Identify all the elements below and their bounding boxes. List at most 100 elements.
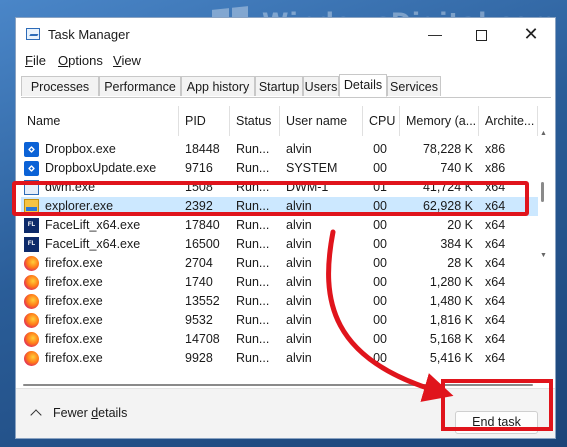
title-bar[interactable]: Task Manager — ✕ [16, 18, 555, 50]
process-pid: 9716 [185, 161, 213, 175]
process-status: Run... [236, 199, 270, 213]
table-row[interactable]: firefox.exe 9532 Run... alvin 00 1,816 K x64 [21, 311, 538, 330]
fewer-details-link[interactable]: Fewer details [53, 406, 127, 420]
process-user: alvin [286, 351, 312, 365]
process-cpu: 00 [373, 218, 387, 232]
process-user: alvin [286, 199, 312, 213]
process-cpu: 00 [373, 294, 387, 308]
process-arch: x64 [485, 294, 506, 308]
process-arch: x64 [485, 256, 506, 270]
tab-users[interactable]: Users [303, 76, 339, 96]
process-pid: 1740 [185, 275, 213, 289]
menu-file[interactable]: File [25, 53, 46, 68]
process-name: firefox.exe [45, 275, 103, 289]
process-user: alvin [286, 313, 312, 327]
table-row[interactable]: firefox.exe 13552 Run... alvin 00 1,480 K x64 [21, 292, 538, 311]
process-memory: 740 K [440, 161, 473, 175]
process-user: alvin [286, 256, 312, 270]
scroll-thumb[interactable] [541, 182, 544, 202]
process-name: FaceLift_x64.exe [45, 218, 141, 232]
process-user: SYSTEM [286, 161, 338, 175]
process-arch: x86 [485, 142, 506, 156]
process-arch: x64 [485, 275, 506, 289]
process-cpu: 00 [373, 161, 387, 175]
process-name: firefox.exe [45, 294, 103, 308]
process-cpu: 00 [373, 332, 387, 346]
process-name: firefox.exe [45, 332, 103, 346]
process-memory: 41,724 K [422, 180, 473, 194]
process-name: firefox.exe [45, 351, 103, 365]
column-header-user-name[interactable]: User name [280, 106, 363, 136]
process-pid: 16500 [185, 237, 220, 251]
sort-ascending-icon: ⌃ [89, 106, 97, 112]
process-status: Run... [236, 142, 270, 156]
table-row[interactable]: FL FaceLift_x64.exe 17840 Run... alvin 00 20 K… [21, 216, 538, 235]
table-row[interactable]: FL FaceLift_x64.exe 16500 Run... alvin 00 384 … [21, 235, 538, 254]
tab-performance[interactable]: Performance [99, 76, 181, 96]
process-cpu: 00 [373, 237, 387, 251]
process-status: Run... [236, 351, 270, 365]
tab-processes[interactable]: Processes [21, 76, 99, 96]
process-arch: x64 [485, 199, 506, 213]
process-memory: 384 K [440, 237, 473, 251]
process-user: alvin [286, 332, 312, 346]
process-cpu: 00 [373, 142, 387, 156]
process-status: Run... [236, 332, 270, 346]
menu-options[interactable]: Options [58, 53, 103, 68]
table-row[interactable]: firefox.exe 9928 Run... alvin 00 5,416 K x64 [21, 349, 538, 368]
maximize-button[interactable] [458, 18, 504, 50]
process-memory: 5,416 K [429, 351, 473, 365]
process-user: alvin [286, 237, 312, 251]
scroll-up-icon[interactable]: ▲ [540, 130, 547, 137]
close-button[interactable]: ✕ [508, 18, 554, 50]
end-task-button[interactable]: End task [455, 411, 538, 434]
tab-app-history[interactable]: App history [181, 76, 255, 96]
table-row[interactable]: Dropbox.exe 18448 Run... alvin 00 78,228 K x86 [21, 140, 538, 159]
column-header-status[interactable]: Status [230, 106, 280, 136]
process-memory: 1,280 K [429, 275, 473, 289]
process-memory: 1,816 K [429, 313, 473, 327]
process-memory: 5,168 K [429, 332, 473, 346]
table-row[interactable]: dwm.exe 1508 Run... DWM-1 01 41,724 K x64 [21, 178, 538, 197]
tab-services[interactable]: Services [387, 76, 441, 96]
process-name: explorer.exe [45, 199, 114, 213]
chevron-up-icon[interactable] [30, 409, 42, 421]
process-pid: 13552 [185, 294, 220, 308]
column-header-cpu[interactable]: CPU [363, 106, 400, 136]
table-row[interactable]: firefox.exe 1740 Run... alvin 00 1,280 K x64 [21, 273, 538, 292]
tab-startup[interactable]: Startup [255, 76, 303, 96]
process-user: DWM-1 [286, 180, 329, 194]
vertical-scrollbar[interactable]: ▲ ▼ [540, 130, 548, 376]
minimize-button[interactable]: — [412, 18, 458, 50]
horizontal-scroll-thumb[interactable] [23, 384, 533, 386]
process-cpu: 00 [373, 275, 387, 289]
process-status: Run... [236, 237, 270, 251]
process-arch: x64 [485, 351, 506, 365]
process-pid: 2392 [185, 199, 213, 213]
process-arch: x64 [485, 237, 506, 251]
process-name: firefox.exe [45, 313, 103, 327]
process-pid: 9532 [185, 313, 213, 327]
table-row[interactable]: DropboxUpdate.exe 9716 Run... SYSTEM 00 740 K… [21, 159, 538, 178]
process-status: Run... [236, 256, 270, 270]
column-header-name[interactable]: Name ⌃ [21, 106, 179, 136]
process-pid: 18448 [185, 142, 220, 156]
table-row[interactable]: firefox.exe 2704 Run... alvin 00 28 K x64 [21, 254, 538, 273]
process-memory: 28 K [447, 256, 473, 270]
process-pid: 17840 [185, 218, 220, 232]
table-row[interactable]: firefox.exe 14708 Run... alvin 00 5,168 K x64 [21, 330, 538, 349]
tab-details[interactable]: Details [339, 74, 387, 97]
process-name: DropboxUpdate.exe [45, 161, 157, 175]
column-header-architecture[interactable]: Archite... [479, 106, 538, 136]
process-status: Run... [236, 161, 270, 175]
process-user: alvin [286, 294, 312, 308]
scroll-down-icon[interactable]: ▼ [540, 252, 547, 259]
process-pid: 2704 [185, 256, 213, 270]
process-arch: x64 [485, 313, 506, 327]
menu-view[interactable]: View [113, 53, 141, 68]
column-header-memory[interactable]: Memory (a... [400, 106, 479, 136]
task-manager-window: Task Manager — ✕ File Options View Process… [15, 17, 556, 439]
table-row[interactable]: explorer.exe 2392 Run... alvin 00 62,928 K x64 [21, 197, 538, 216]
process-name: Dropbox.exe [45, 142, 116, 156]
column-header-pid[interactable]: PID [179, 106, 230, 136]
